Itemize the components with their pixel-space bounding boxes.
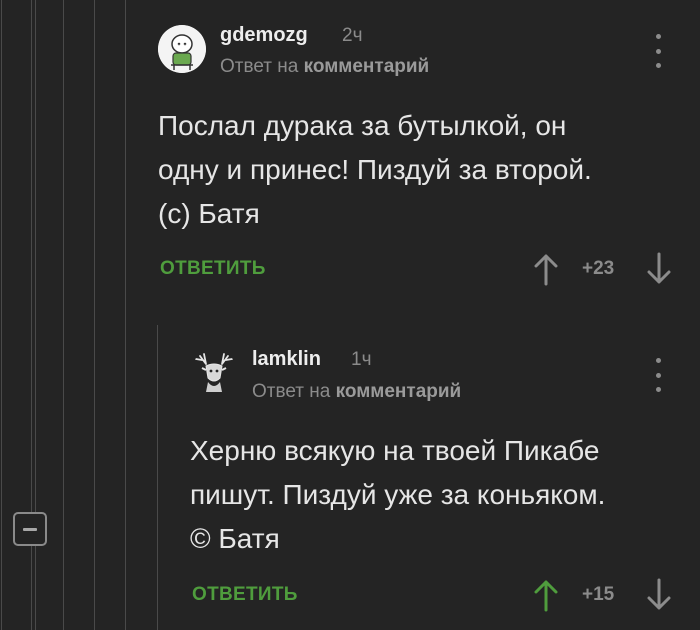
comment-time: 2ч [342, 25, 363, 46]
kebab-menu-icon[interactable] [652, 358, 664, 392]
thread-line [94, 0, 95, 630]
kebab-menu-icon[interactable] [652, 34, 664, 68]
reply-to-link[interactable]: комментарий [336, 381, 462, 402]
arrow-down-icon [647, 578, 671, 610]
thread-line [63, 0, 64, 630]
user-avatar-icon [158, 25, 206, 73]
comment-line: Послал дурака за бутылкой, он [158, 110, 567, 141]
avatar[interactable] [158, 25, 206, 73]
reply-button[interactable]: ОТВЕТИТЬ [192, 584, 298, 606]
reply-to-prefix: Ответ на [220, 56, 299, 77]
comment-text: Послал дурака за бутылкой, он одну и при… [158, 104, 592, 236]
arrow-up-icon [534, 580, 558, 612]
downvote-button[interactable] [646, 252, 672, 291]
arrow-down-icon [647, 252, 671, 284]
comment-line: Херню всякую на твоей Пикабе [190, 435, 600, 466]
comment-time: 1ч [351, 349, 372, 370]
collapse-thread-icon [23, 527, 37, 531]
reply-to: Ответ на комментарий [252, 381, 461, 403]
thread-line [125, 0, 126, 630]
collapse-thread-button[interactable] [13, 512, 47, 546]
rating-value: +15 [582, 584, 615, 605]
comment-text: Херню всякую на твоей Пикабе пишут. Пизд… [190, 429, 605, 561]
arrow-up-icon [534, 254, 558, 286]
avatar[interactable] [190, 350, 238, 398]
thread-line [157, 325, 158, 630]
reply-to-prefix: Ответ на [252, 381, 331, 402]
rating-value: +23 [582, 258, 615, 279]
upvote-button[interactable] [533, 578, 559, 617]
reply-to-link[interactable]: комментарий [304, 56, 430, 77]
deer-avatar-icon [195, 353, 233, 392]
upvote-button[interactable] [533, 252, 559, 291]
comment-line: © Батя [190, 523, 280, 554]
comment-username[interactable]: gdemozg [220, 24, 308, 47]
thread-line [1, 0, 2, 630]
comment-line: (с) Батя [158, 198, 260, 229]
comment-username[interactable]: lamklin [252, 348, 321, 371]
comment-line: пишут. Пиздуй уже за коньяком. [190, 479, 606, 510]
reply-button[interactable]: ОТВЕТИТЬ [160, 258, 266, 280]
comment-line: одну и принес! Пиздуй за второй. [158, 154, 592, 185]
downvote-button[interactable] [646, 578, 672, 617]
reply-to: Ответ на комментарий [220, 56, 429, 78]
